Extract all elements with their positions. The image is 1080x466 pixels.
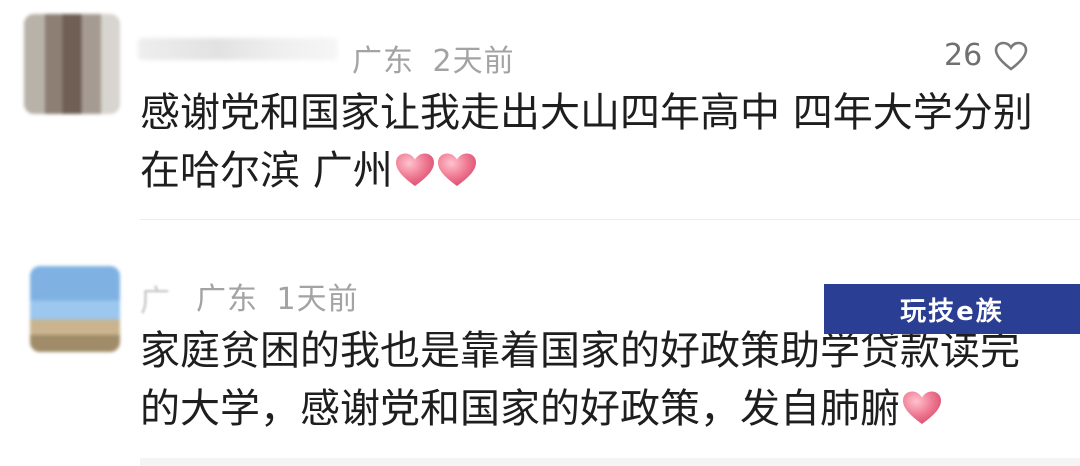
comment-text: 家庭贫困的我也是靠着国家的好政策助学贷款读完 的大学，感谢党和国家的好政策，发自… bbox=[140, 322, 1020, 438]
comment-meta: 广东 1天前 bbox=[196, 274, 359, 318]
username-partial[interactable]: 广 bbox=[140, 276, 171, 320]
bottom-divider bbox=[140, 458, 1080, 466]
comment-meta: 广东 2天前 bbox=[352, 36, 515, 80]
comment-divider bbox=[140, 219, 1080, 220]
watermark-banner: 玩技e族 bbox=[824, 284, 1080, 334]
heart-outline-icon bbox=[994, 41, 1028, 71]
comment-line-with-emoji: 的大学，感谢党和国家的好政策，发自肺腑 bbox=[140, 380, 1020, 438]
heart-emoji bbox=[395, 153, 434, 186]
like-count: 26 bbox=[944, 38, 983, 73]
comment-line-with-emoji: 在哈尔滨 广州 bbox=[140, 142, 1033, 200]
timestamp: 2天前 bbox=[432, 44, 515, 79]
comment-line: 在哈尔滨 广州 bbox=[140, 148, 393, 194]
location-label: 广东 bbox=[196, 282, 258, 317]
location-label: 广东 bbox=[352, 44, 414, 79]
username-blurred[interactable] bbox=[138, 38, 338, 60]
comment-line: 感谢党和国家让我走出大山四年高中 四年大学分别 bbox=[140, 90, 1033, 136]
like-button[interactable]: 26 bbox=[944, 38, 1028, 73]
heart-emoji bbox=[437, 153, 476, 186]
heart-emoji bbox=[903, 391, 941, 424]
comment-line: 的大学，感谢党和国家的好政策，发自肺腑 bbox=[140, 386, 900, 432]
timestamp: 1天前 bbox=[276, 282, 359, 317]
avatar[interactable] bbox=[30, 266, 120, 352]
avatar[interactable] bbox=[24, 14, 120, 114]
watermark-text: 玩技e族 bbox=[900, 296, 1004, 327]
comment-text: 感谢党和国家让我走出大山四年高中 四年大学分别 在哈尔滨 广州 bbox=[140, 84, 1033, 200]
